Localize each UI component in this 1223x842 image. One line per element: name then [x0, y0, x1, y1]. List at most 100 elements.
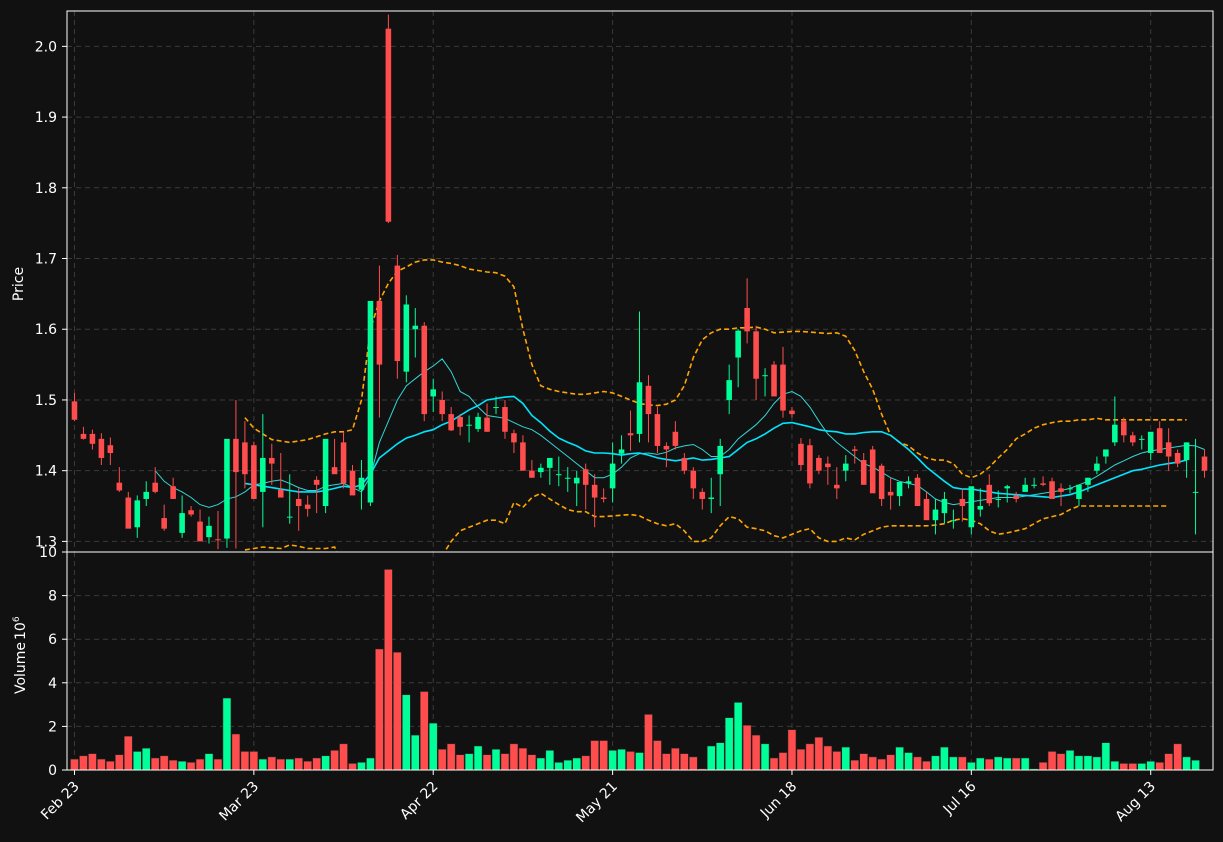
volume-bar [285, 758, 294, 771]
volume-bar [805, 743, 815, 771]
candle-body [564, 477, 571, 479]
candle-body [1040, 483, 1046, 485]
price-tick-label: 1.7 [35, 252, 57, 268]
volume-bar [177, 761, 187, 771]
candle-body [582, 469, 589, 485]
volume-bar [88, 753, 97, 771]
candle-body [322, 438, 329, 507]
volume-bar [985, 758, 994, 771]
volume-bar [904, 752, 913, 771]
volume-bar [976, 757, 985, 771]
price-tick-label: 1.5 [35, 393, 57, 409]
candle-body [340, 442, 347, 484]
candle-body [304, 504, 311, 509]
volume-bar [115, 754, 124, 771]
candle-body [1067, 488, 1073, 490]
candle-body [71, 401, 78, 420]
candle-body [152, 482, 158, 492]
volume-bar [769, 757, 779, 771]
candle-body [80, 433, 87, 439]
candle-body [98, 438, 105, 458]
candle-body [618, 449, 625, 454]
candle-body [699, 491, 706, 499]
candle-body [941, 498, 948, 514]
candle-body [887, 491, 894, 496]
candle-body [206, 525, 212, 538]
candle-body [1049, 481, 1055, 499]
candle-body [869, 449, 876, 494]
candle-body [385, 28, 392, 222]
volume-bar [518, 747, 528, 771]
volume-bar [554, 762, 564, 771]
candle-body [771, 364, 777, 397]
volume-bar [608, 750, 617, 771]
candle-body [789, 410, 795, 415]
volume-bar [760, 743, 770, 771]
volume-bar [1038, 762, 1048, 771]
volume-bar [922, 761, 931, 771]
volume-bar [724, 717, 734, 771]
volume-bar [823, 745, 833, 771]
candle-body [448, 414, 454, 431]
candle-body [995, 498, 1002, 500]
volume-tick-label: 0 [48, 763, 57, 779]
candle-body [376, 300, 383, 365]
volume-tick-label: 2 [48, 719, 57, 735]
volume-bar [375, 648, 384, 771]
volume-bar [195, 758, 205, 771]
volume-bar [133, 751, 142, 771]
candle-body [825, 463, 831, 468]
candle-body [573, 477, 580, 484]
volume-bar [231, 733, 241, 771]
candle-body [950, 520, 957, 522]
volume-bar [1074, 755, 1084, 771]
candle-body [1094, 463, 1100, 471]
volume-bar [240, 751, 250, 771]
svg-text:Volume: Volume [13, 642, 29, 694]
volume-bar [168, 759, 178, 771]
price-tick-label: 1.8 [35, 181, 57, 197]
volume-bar [1092, 756, 1102, 771]
volume-bar [1101, 742, 1111, 771]
volume-bar [715, 742, 725, 771]
candle-body [286, 516, 293, 518]
candle-body [717, 445, 723, 475]
candle-body [914, 477, 921, 507]
volume-bar [213, 758, 223, 771]
candle-body [1156, 428, 1163, 453]
candle-body [1022, 484, 1028, 492]
candle-body [708, 497, 715, 499]
candle-body [834, 484, 840, 489]
candle-body [1058, 488, 1064, 492]
candle-body [860, 460, 867, 485]
volume-bar [500, 753, 510, 771]
volume-bar [428, 722, 438, 771]
candle-body [457, 416, 463, 427]
volume-bar [1137, 763, 1146, 771]
volume-bar [751, 734, 761, 771]
candle-body [242, 442, 248, 475]
volume-bar [877, 758, 886, 771]
volume-bar [787, 729, 797, 771]
candle-body [161, 518, 167, 529]
volume-axis-label: Volume 106 [12, 616, 29, 694]
volume-bar [796, 749, 806, 771]
volume-bar [312, 757, 321, 771]
volume-bar [258, 758, 268, 771]
candle-body [591, 484, 598, 498]
volume-bar [563, 759, 572, 771]
volume-bar [653, 740, 662, 771]
volume-bar [572, 757, 581, 771]
volume-bar [124, 735, 133, 771]
candle-body [878, 465, 885, 499]
candle-body [842, 463, 849, 471]
candle-body [421, 325, 428, 415]
candle-body [277, 489, 284, 498]
volume-bar [958, 756, 967, 771]
candle-body [986, 484, 993, 504]
volume-bar [1011, 757, 1021, 771]
chart-background [0, 0, 1223, 842]
volume-bar [222, 697, 232, 771]
candle-body [672, 431, 679, 446]
volume-bar [1155, 762, 1164, 771]
